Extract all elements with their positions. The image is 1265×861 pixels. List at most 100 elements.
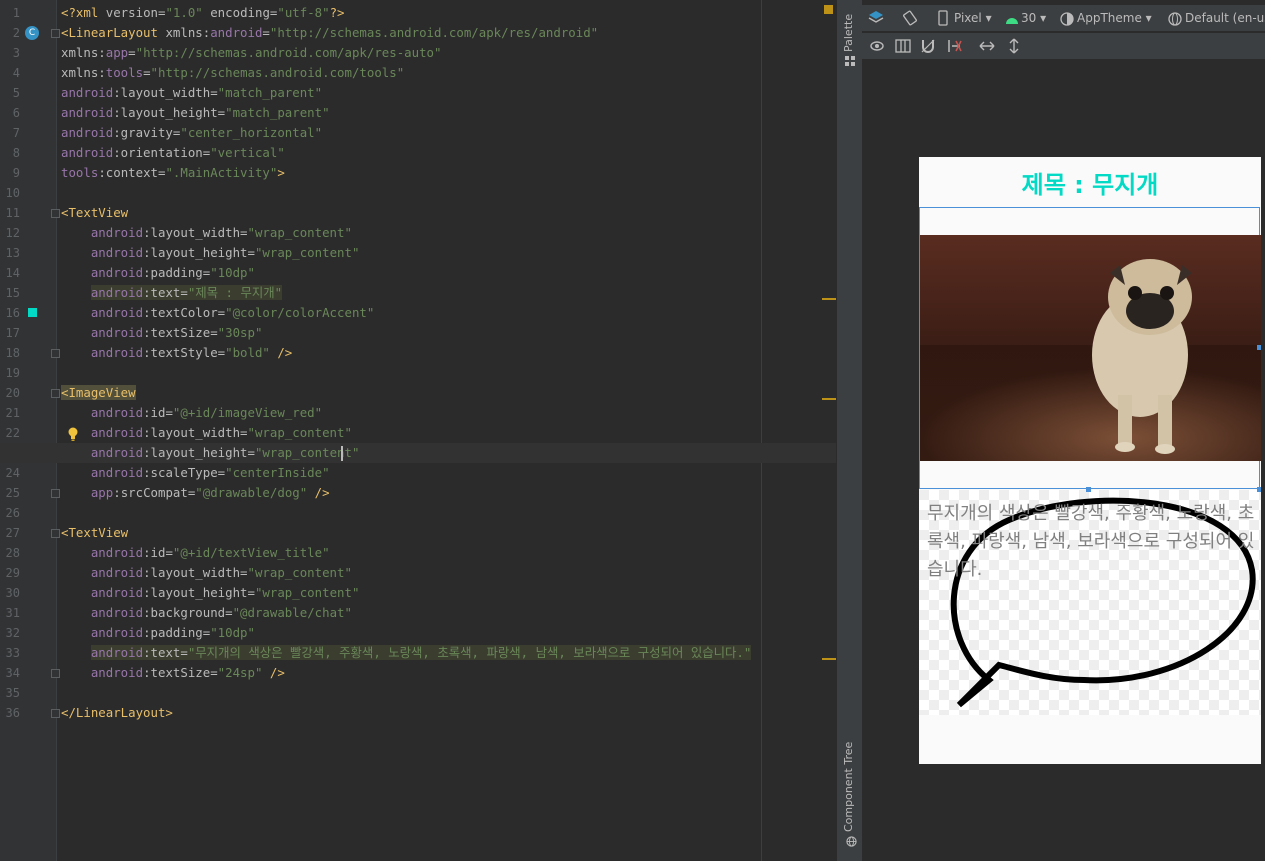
code-token: :background= (143, 605, 233, 620)
code-line[interactable]: android:id="@+id/imageView_red" (61, 403, 322, 423)
resize-handle[interactable] (1086, 487, 1091, 492)
code-line[interactable]: android:layout_height="wrap_content" (61, 243, 360, 263)
code-token: android (90, 585, 144, 600)
preview-title-textview[interactable]: 제목 : 무지개 (919, 165, 1261, 200)
warning-marker[interactable] (822, 658, 836, 660)
code-line[interactable]: android:text="무지개의 색상은 빨강색, 주황색, 노랑색, 초록… (61, 643, 752, 663)
palette-tab[interactable]: Palette (842, 14, 855, 52)
code-row: android:layout_height="wrap_content" (0, 583, 836, 603)
code-token: :textSize= (143, 665, 218, 680)
device-selector[interactable]: Pixel ▾ (954, 5, 992, 31)
warning-marker[interactable] (822, 398, 836, 400)
code-line[interactable]: android:layout_width="wrap_content" (61, 223, 352, 243)
code-token: = (143, 65, 151, 80)
code-token: "centerInside" (225, 465, 330, 480)
code-token: "http://schemas.android.com/tools" (150, 65, 405, 80)
theme-icon (1060, 12, 1074, 26)
code-token: </LinearLayout> (61, 705, 173, 720)
fold-marker-icon[interactable] (51, 709, 60, 718)
code-line[interactable]: android:text="제목 : 무지개" (61, 283, 283, 303)
device-preview[interactable]: 제목 : 무지개 무지개의 색상은 빨강색, 주황색, 노랑색, 초록색, 파랑… (919, 157, 1261, 764)
globe-icon[interactable] (846, 836, 857, 847)
fold-marker-icon[interactable] (51, 669, 60, 678)
warning-marker[interactable] (822, 298, 836, 300)
lightbulb-icon[interactable] (68, 427, 78, 441)
code-row: android:background="@drawable/chat" (0, 603, 836, 623)
design-toolbar-secondary (862, 33, 1265, 59)
code-line[interactable]: app:srcCompat="@drawable/dog" /> (61, 483, 330, 503)
globe-icon (1168, 12, 1182, 26)
code-row: <TextView (0, 523, 836, 543)
code-line[interactable]: android:textSize="30sp" (61, 323, 263, 343)
inspection-status-icon[interactable] (824, 5, 833, 14)
code-line[interactable]: android:padding="10dp" (61, 623, 255, 643)
code-token: :context= (98, 165, 166, 180)
code-line[interactable]: android:layout_width="wrap_content" (61, 563, 352, 583)
fold-marker-icon[interactable] (51, 529, 60, 538)
expand-vertical-icon[interactable] (1006, 38, 1022, 54)
theme-selector[interactable]: AppTheme ▾ (1077, 5, 1152, 31)
fold-marker-icon[interactable] (51, 349, 60, 358)
code-token: android (90, 345, 144, 360)
component-tree-tab[interactable]: Component Tree (842, 742, 855, 832)
rotate-icon[interactable] (902, 10, 918, 26)
expand-horizontal-icon[interactable] (979, 38, 995, 54)
code-token: "10dp" (210, 265, 255, 280)
code-token: "제목 : 무지개" (187, 285, 283, 300)
code-line[interactable]: android:id="@+id/textView_title" (61, 543, 330, 563)
code-token: <?xml (61, 5, 106, 20)
code-token: "wrap_content" (254, 245, 360, 260)
code-line[interactable]: android:layout_height="wrap_content" (61, 583, 360, 603)
code-token: :gravity= (113, 125, 181, 140)
preview-body-textview[interactable]: 무지개의 색상은 빨강색, 주황색, 노랑색, 초록색, 파랑색, 남색, 보라… (927, 500, 1257, 584)
code-token: :srcCompat= (113, 485, 196, 500)
api-level-selector[interactable]: 30 ▾ (1021, 5, 1046, 31)
fold-marker-icon[interactable] (51, 489, 60, 498)
code-line[interactable]: android:textStyle="bold" /> (61, 343, 292, 363)
code-line[interactable]: xmlns:tools="http://schemas.android.com/… (61, 63, 404, 83)
layers-icon[interactable] (868, 10, 884, 26)
code-token: android (90, 265, 144, 280)
code-line[interactable]: <TextView (61, 203, 128, 223)
code-line[interactable]: <?xml version="1.0" encoding="utf-8"?> (61, 3, 345, 23)
code-line[interactable]: android:orientation="vertical" (61, 143, 285, 163)
eye-icon[interactable] (870, 38, 886, 54)
code-row: android:layout_width="wrap_content" (0, 223, 836, 243)
code-line[interactable]: xmlns:app="http://schemas.android.com/ap… (61, 43, 441, 63)
clear-constraints-icon[interactable] (947, 38, 963, 54)
code-line[interactable]: <LinearLayout xmlns:android="http://sche… (61, 23, 598, 43)
code-line[interactable]: android:layout_width="wrap_content" (61, 423, 352, 443)
code-line[interactable]: android:textColor="@color/colorAccent" (61, 303, 374, 323)
color-swatch-icon[interactable] (28, 308, 37, 317)
code-line[interactable]: android:scaleType="centerInside" (61, 463, 330, 483)
code-editor[interactable]: 1234567891011121314151617181920212223242… (0, 0, 836, 861)
fold-marker-icon[interactable] (51, 209, 60, 218)
blueprint-icon[interactable] (895, 38, 911, 54)
code-token: :layout_height= (143, 245, 255, 260)
code-row: <ImageView (0, 383, 836, 403)
code-line[interactable]: android:padding="10dp" (61, 263, 255, 283)
code-line[interactable]: tools:context=".MainActivity"> (61, 163, 285, 183)
magnet-icon[interactable] (920, 38, 936, 54)
fold-marker-icon[interactable] (51, 389, 60, 398)
code-line[interactable]: <ImageView (61, 383, 136, 403)
code-line[interactable]: android:layout_height="wrap_content" (61, 443, 360, 463)
class-gutter-icon[interactable]: C (25, 26, 39, 40)
code-line[interactable]: android:background="@drawable/chat" (61, 603, 352, 623)
code-line[interactable]: </LinearLayout> (61, 703, 173, 723)
code-line[interactable]: android:textSize="24sp" /> (61, 663, 285, 683)
locale-selector[interactable]: Default (en-us) (1185, 5, 1265, 31)
code-row: <TextView (0, 203, 836, 223)
resize-handle[interactable] (1257, 487, 1261, 492)
resize-handle[interactable] (1257, 345, 1261, 350)
code-line[interactable]: android:layout_height="match_parent" (61, 103, 330, 123)
code-line[interactable]: android:gravity="center_horizontal" (61, 123, 322, 143)
palette-icon[interactable] (845, 56, 855, 66)
code-line[interactable]: <TextView (61, 523, 128, 543)
fold-marker-icon[interactable] (51, 29, 60, 38)
code-line[interactable]: android:layout_width="match_parent" (61, 83, 322, 103)
